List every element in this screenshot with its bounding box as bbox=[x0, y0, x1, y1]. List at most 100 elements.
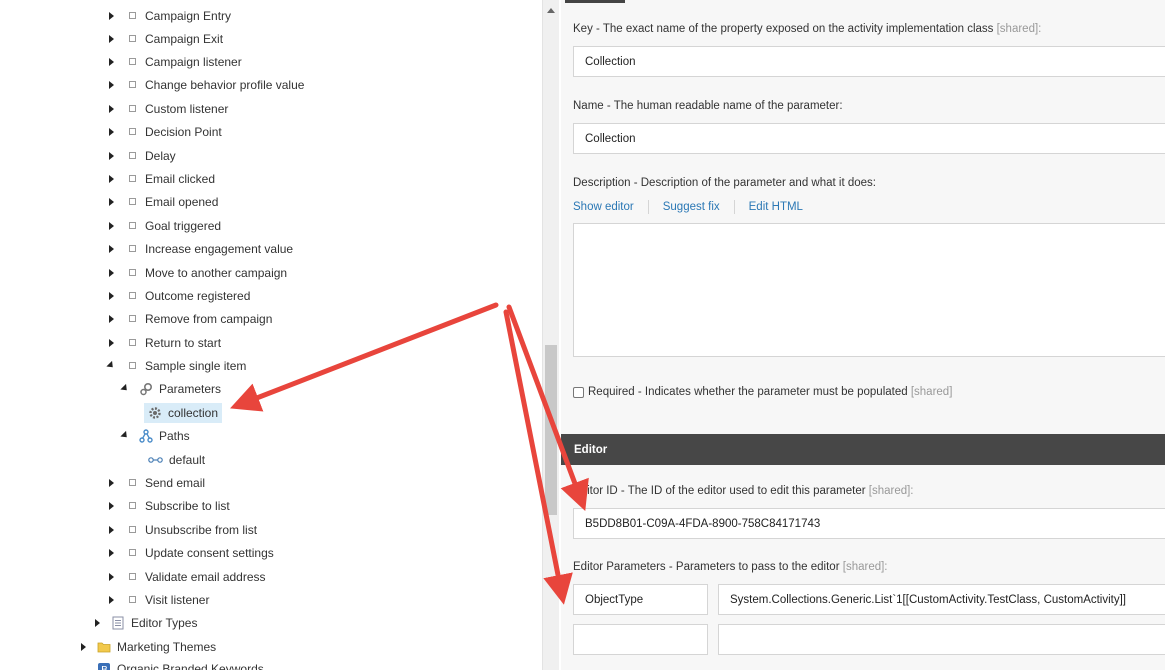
tree-item-label: Remove from campaign bbox=[145, 311, 273, 326]
tree-item-label: Decision Point bbox=[145, 124, 222, 139]
tree-item-visit-listener[interactable]: Visit listener bbox=[105, 588, 209, 611]
tree-item-email-opened[interactable]: Email opened bbox=[105, 190, 218, 213]
connector-icon bbox=[148, 453, 163, 467]
tree-item-change-behavior-profile-value[interactable]: Change behavior profile value bbox=[105, 73, 304, 96]
expand-arrow-icon[interactable] bbox=[105, 500, 117, 512]
content-tree: Campaign Entry Campaign Exit Campaign li… bbox=[0, 0, 542, 670]
tree-item-remove-from-campaign[interactable]: Remove from campaign bbox=[105, 307, 272, 330]
expand-arrow-icon[interactable] bbox=[105, 313, 117, 325]
tree-item-decision-point[interactable]: Decision Point bbox=[105, 120, 222, 143]
item-icon bbox=[125, 55, 139, 69]
name-field-label: Name - The human readable name of the pa… bbox=[573, 100, 843, 112]
expand-arrow-icon[interactable] bbox=[105, 524, 117, 536]
tree-item-custom-listener[interactable]: Custom listener bbox=[105, 97, 228, 120]
tree-item-label: Visit listener bbox=[145, 592, 210, 607]
editor-section-header[interactable]: Editor bbox=[561, 434, 1165, 465]
show-editor-link[interactable]: Show editor bbox=[573, 201, 634, 213]
tree-item-paths[interactable]: Paths bbox=[119, 424, 190, 447]
scrollbar-thumb[interactable] bbox=[545, 345, 557, 515]
tree-item-label: Sample single item bbox=[145, 358, 247, 373]
tree-item-send-email[interactable]: Send email bbox=[105, 471, 205, 494]
tree-scrollbar[interactable] bbox=[542, 0, 559, 670]
expand-arrow-icon[interactable] bbox=[105, 220, 117, 232]
editor-id-input[interactable]: B5DD8B01-C09A-4FDA-8900-758C84171743 bbox=[573, 508, 1165, 539]
item-icon bbox=[125, 195, 139, 209]
expand-arrow-icon[interactable] bbox=[105, 477, 117, 489]
tree-item-label: Send email bbox=[145, 475, 206, 490]
expand-arrow-icon[interactable] bbox=[105, 33, 117, 45]
collapse-arrow-icon[interactable] bbox=[105, 360, 117, 372]
tree-item-increase-engagement-value[interactable]: Increase engagement value bbox=[105, 237, 293, 260]
expand-arrow-icon[interactable] bbox=[105, 196, 117, 208]
tree-item-unsubscribe-from-list[interactable]: Unsubscribe from list bbox=[105, 518, 257, 541]
name-input[interactable]: Collection bbox=[573, 123, 1165, 154]
expand-arrow-icon[interactable] bbox=[105, 267, 117, 279]
item-editor-form: Key - The exact name of the property exp… bbox=[561, 0, 1165, 670]
parameter-key-input[interactable]: ObjectType bbox=[573, 584, 708, 615]
tree-item-sample-single-item[interactable]: Sample single item bbox=[105, 354, 246, 377]
tree-item-label: Update consent settings bbox=[145, 545, 274, 560]
tree-item-organic-branded-keywords[interactable]: B Organic Branded Keywords bbox=[77, 657, 264, 670]
tree-item-validate-email-address[interactable]: Validate email address bbox=[105, 565, 266, 588]
tree-item-return-to-start[interactable]: Return to start bbox=[105, 331, 221, 354]
expand-arrow-icon[interactable] bbox=[105, 103, 117, 115]
tree-item-label: Email opened bbox=[145, 194, 219, 209]
selected-item[interactable]: collection bbox=[144, 402, 223, 423]
parameter-value-input[interactable]: System.Collections.Generic.List`1[[Custo… bbox=[718, 584, 1165, 615]
expand-arrow-icon[interactable] bbox=[105, 79, 117, 91]
tree-item-parameters[interactable]: Parameters bbox=[119, 377, 221, 400]
tree-item-goal-triggered[interactable]: Goal triggered bbox=[105, 214, 221, 237]
editor-id-field-label: Editor ID - The ID of the editor used to… bbox=[573, 485, 914, 497]
folder-icon bbox=[97, 640, 111, 654]
item-icon bbox=[125, 499, 139, 513]
tree-item-marketing-themes[interactable]: Marketing Themes bbox=[77, 635, 216, 658]
item-icon bbox=[125, 242, 139, 256]
collapse-arrow-icon[interactable] bbox=[119, 383, 131, 395]
key-input[interactable]: Collection bbox=[573, 46, 1165, 77]
tree-item-move-to-another-campaign[interactable]: Move to another campaign bbox=[105, 261, 287, 284]
expand-arrow-icon[interactable] bbox=[105, 126, 117, 138]
expand-arrow-icon[interactable] bbox=[105, 547, 117, 559]
tree-item-email-clicked[interactable]: Email clicked bbox=[105, 167, 215, 190]
tree-item-label: Move to another campaign bbox=[145, 265, 288, 280]
expand-arrow-icon[interactable] bbox=[105, 56, 117, 68]
expand-arrow-icon[interactable] bbox=[105, 594, 117, 606]
tree-item-label: Validate email address bbox=[145, 569, 266, 584]
tree-item-label: Campaign listener bbox=[145, 54, 242, 69]
tree-item-subscribe-to-list[interactable]: Subscribe to list bbox=[105, 494, 230, 517]
collapse-arrow-icon[interactable] bbox=[119, 430, 131, 442]
tree-item-update-consent-settings[interactable]: Update consent settings bbox=[105, 541, 274, 564]
expand-arrow-icon[interactable] bbox=[105, 243, 117, 255]
gear-icon bbox=[148, 406, 162, 420]
expand-arrow-icon[interactable] bbox=[105, 290, 117, 302]
item-icon bbox=[125, 476, 139, 490]
expand-arrow-icon[interactable] bbox=[91, 617, 103, 629]
scroll-up-arrow-icon[interactable] bbox=[547, 8, 555, 13]
expand-arrow-icon[interactable] bbox=[77, 641, 89, 653]
tree-item-campaign-exit[interactable]: Campaign Exit bbox=[105, 27, 223, 50]
tree-item-campaign-entry[interactable]: Campaign Entry bbox=[105, 4, 231, 27]
required-field: Required - Indicates whether the paramet… bbox=[573, 386, 952, 398]
tree-item-default[interactable]: default bbox=[148, 448, 205, 471]
description-rich-text-area[interactable] bbox=[573, 223, 1165, 357]
tree-item-campaign-listener[interactable]: Campaign listener bbox=[105, 50, 242, 73]
tree-item-delay[interactable]: Delay bbox=[105, 144, 176, 167]
tree-item-outcome-registered[interactable]: Outcome registered bbox=[105, 284, 250, 307]
expand-arrow-icon[interactable] bbox=[105, 10, 117, 22]
expand-arrow-icon[interactable] bbox=[105, 150, 117, 162]
expand-arrow-icon[interactable] bbox=[105, 173, 117, 185]
parameter-value-input-empty[interactable] bbox=[718, 624, 1165, 655]
item-icon bbox=[125, 593, 139, 607]
expand-arrow-icon[interactable] bbox=[105, 571, 117, 583]
tree-item-collection[interactable]: collection bbox=[144, 401, 223, 424]
parameter-key-input-empty[interactable] bbox=[573, 624, 708, 655]
suggest-fix-link[interactable]: Suggest fix bbox=[663, 201, 720, 213]
required-checkbox[interactable] bbox=[573, 386, 584, 398]
tree-item-label: Paths bbox=[159, 428, 190, 443]
edit-html-link[interactable]: Edit HTML bbox=[749, 201, 803, 213]
expand-arrow-icon[interactable] bbox=[105, 337, 117, 349]
tree-item-label: Goal triggered bbox=[145, 218, 222, 233]
tree-item-editor-types[interactable]: Editor Types bbox=[91, 611, 197, 634]
item-icon bbox=[125, 523, 139, 537]
tree-item-label: Campaign Exit bbox=[145, 31, 224, 46]
